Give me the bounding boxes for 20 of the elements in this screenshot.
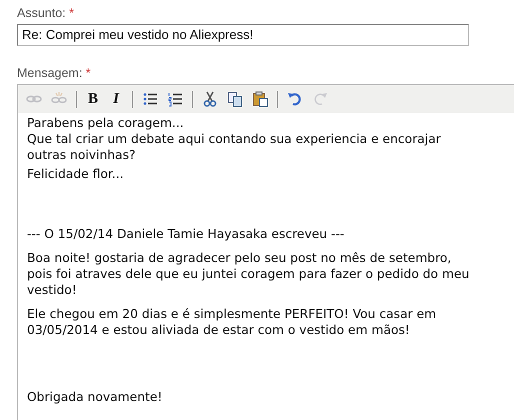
field-label: Assunto: — [17, 6, 66, 20]
subject-field[interactable]: Re: Comprei meu vestido no Aliexpress! — [17, 24, 469, 46]
required-mark: * — [69, 6, 74, 20]
message-editor[interactable] — [17, 84, 514, 420]
bold-button[interactable]: B — [86, 90, 100, 108]
message-paragraph: Felicidade flor... — [27, 166, 125, 182]
message-paragraph: Boa noite! gostaria de agradecer pelo seu post no mês de setembro, pois foi atraves dele que eu juntei coragem para fazer o pedido do meu vestido! — [27, 250, 470, 298]
bullet-list-icon[interactable] — [142, 91, 158, 107]
message-paragraph: Ele chegou em 20 dias e é simplesmente PERFEITO! Vou casar em 03/05/2014 e estou aliviada de estar com o vestido em mãos! — [27, 306, 438, 338]
message-paragraph: --- O 15/02/14 Daniele Tamie Hayasaka escreveu --- — [27, 226, 346, 242]
numbered-list-icon[interactable] — [167, 91, 183, 107]
undo-icon[interactable] — [287, 91, 303, 107]
clipboard-icon[interactable] — [252, 91, 268, 107]
message-paragraph: Obrigada novamente! — [27, 389, 164, 405]
field-label: Mensagem: — [17, 66, 82, 80]
scissors-icon[interactable] — [202, 91, 218, 107]
required-mark: * — [86, 66, 91, 80]
italic-button[interactable]: I — [109, 90, 123, 108]
copy-icon[interactable] — [227, 91, 243, 107]
message-paragraph: Parabens pela coragem... Que tal criar um debate aqui contando sua experiencia e encorajar outras noivinhas? — [27, 115, 442, 163]
